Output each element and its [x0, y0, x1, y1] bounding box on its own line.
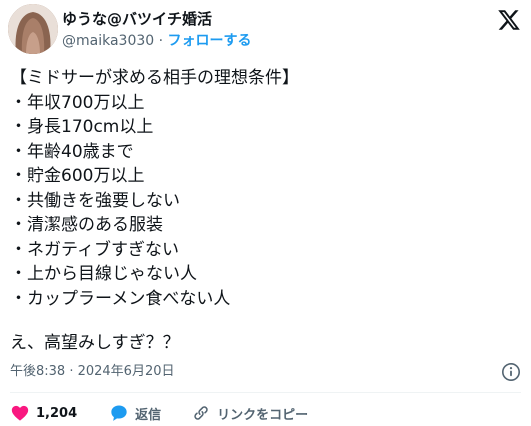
x-logo-icon[interactable]: [497, 8, 521, 32]
author-handle[interactable]: @maika3030: [62, 33, 154, 49]
avatar-image: [8, 4, 58, 54]
handle-separator: ·: [158, 33, 164, 49]
follow-button[interactable]: フォローする: [168, 33, 252, 49]
info-icon[interactable]: [501, 362, 521, 382]
tweet-card: ゆうな@バツイチ婚活 @maika3030 · フォローする 【ミドサーが求める…: [0, 0, 531, 426]
post-closing-line: え、高望みしすぎ？？: [10, 333, 180, 353]
copy-link-label: リンクをコピー: [217, 407, 309, 423]
like-count: 1,204: [36, 405, 78, 421]
speech-bubble-icon: [111, 405, 127, 421]
action-bar: 1,204 返信 リンクをコピー: [10, 402, 308, 424]
avatar[interactable]: [8, 4, 58, 54]
author-handle-row: @maika3030 · フォローする: [62, 33, 252, 50]
divider: [10, 392, 521, 393]
author-display-name[interactable]: ゆうな@バツイチ婚活: [62, 10, 212, 28]
like-button[interactable]: 1,204: [10, 403, 77, 423]
copy-link-button[interactable]: リンクをコピー: [191, 403, 308, 423]
heart-icon: [11, 405, 29, 421]
link-icon: [194, 406, 208, 420]
post-timestamp[interactable]: 午後8:38 · 2024年6月20日: [10, 364, 175, 380]
post-body: 【ミドサーが求める相手の理想条件】 ・年収700万以上 ・身長170cm以上 ・…: [10, 68, 299, 309]
reply-label: 返信: [135, 407, 162, 423]
reply-button[interactable]: 返信: [109, 403, 161, 423]
